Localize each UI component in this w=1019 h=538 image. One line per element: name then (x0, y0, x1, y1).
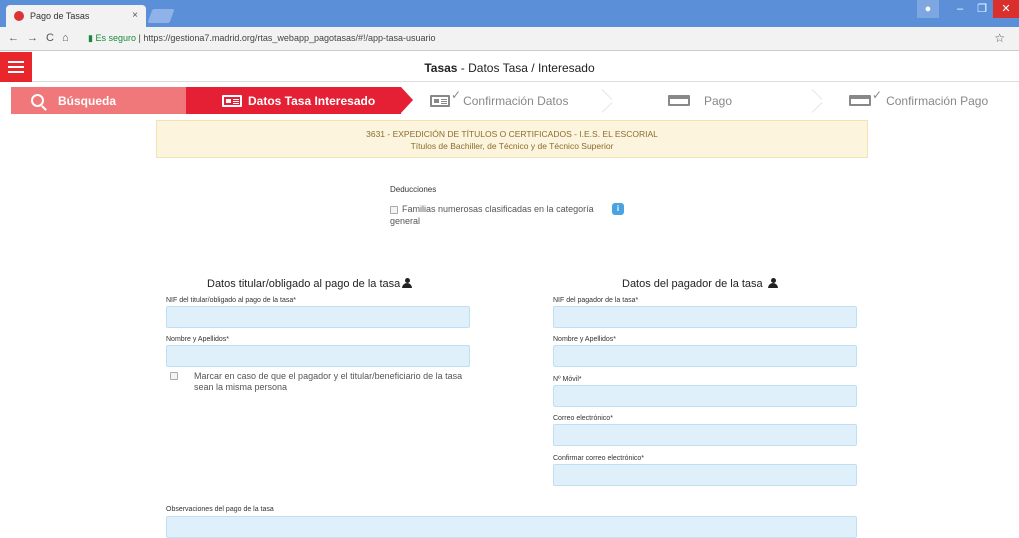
step-confirmacion-pago: ✓ Confirmación Pago (845, 87, 1010, 114)
minimize-icon[interactable]: – (949, 0, 971, 18)
person-icon (767, 278, 778, 288)
url-field[interactable]: ▮ Es seguro | https://gestiona7.madrid.o… (88, 33, 436, 44)
step-label: Confirmación Datos (463, 93, 569, 108)
id-card-icon (222, 94, 242, 107)
deduccion-option-label: Familias numerosas clasificadas en la ca… (390, 204, 594, 226)
step-divider (810, 87, 824, 114)
person-icon (402, 278, 413, 288)
nav-buttons[interactable]: ←→C⌂ (8, 32, 77, 44)
id-card-icon (430, 94, 450, 107)
progress-steps: Búsqueda Datos Tasa Interesado ✓ Confirm… (0, 87, 1019, 114)
familia-numerosa-checkbox[interactable] (390, 205, 398, 214)
address-bar: ←→C⌂ ▮ Es seguro | https://gestiona7.mad… (0, 27, 1019, 51)
step-confirmacion-datos: ✓ Confirmación Datos (420, 87, 590, 114)
observaciones-label: Observaciones del pago de la tasa (166, 506, 274, 513)
tasa-description-line: Títulos de Bachiller, de Técnico y de Té… (410, 141, 614, 151)
credit-card-icon (849, 95, 871, 106)
info-icon[interactable]: i (612, 203, 624, 215)
new-tab-button[interactable] (147, 9, 175, 23)
browser-tab[interactable]: Pago de Tasas × (6, 5, 146, 27)
bookmark-star-icon[interactable]: ☆ (994, 31, 1005, 45)
tasa-code-line: 3631 - EXPEDICIÓN DE TÍTULOS O CERTIFICA… (366, 129, 658, 139)
same-person-checkbox[interactable] (170, 372, 178, 380)
page-title-rest: - Datos Tasa / Interesado (457, 61, 595, 75)
nif-pagador-input[interactable] (553, 306, 857, 328)
app-header: Tasas - Datos Tasa / Interesado (0, 52, 1019, 82)
search-icon (31, 94, 44, 107)
step-pago: Pago (660, 87, 760, 114)
step-arrow (401, 87, 413, 113)
url-text: https://gestiona7.madrid.org/rtas_webapp… (143, 33, 436, 43)
secure-label: Es seguro (95, 33, 136, 43)
nif-titular-label: NIF del titular/obligado al pago de la t… (166, 297, 296, 304)
tasa-info-banner: 3631 - EXPEDICIÓN DE TÍTULOS O CERTIFICA… (156, 120, 868, 158)
nif-titular-input[interactable] (166, 306, 470, 328)
pagador-section-title: Datos del pagador de la tasa (622, 278, 778, 290)
step-divider (600, 87, 614, 114)
favicon-icon (14, 11, 24, 21)
lock-icon: ▮ (88, 33, 93, 43)
email-label: Correo electrónico* (553, 415, 613, 422)
check-icon: ✓ (872, 87, 883, 102)
page-title: Tasas - Datos Tasa / Interesado (0, 61, 1019, 75)
check-icon: ✓ (451, 87, 462, 102)
step-datos-tasa[interactable]: Datos Tasa Interesado (186, 87, 401, 114)
step-label: Confirmación Pago (886, 93, 989, 108)
email-confirm-input[interactable] (553, 464, 857, 486)
maximize-icon[interactable]: ❐ (971, 0, 993, 18)
deducciones-section: Deducciones Familias numerosas clasifica… (390, 185, 594, 226)
nombre-pagador-label: Nombre y Apellidos* (553, 336, 617, 343)
email-input[interactable] (553, 424, 857, 446)
step-label: Pago (704, 93, 733, 108)
browser-tab-strip: Pago de Tasas × ● – ❐ ✕ (0, 0, 1019, 27)
observaciones-input[interactable] (166, 516, 857, 538)
step-label: Búsqueda (58, 93, 117, 108)
nombre-pagador-input[interactable] (553, 345, 857, 367)
deduccion-option: Familias numerosas clasificadas en la ca… (390, 203, 610, 227)
nif-pagador-label: NIF del pagador de la tasa* (553, 297, 639, 304)
page-title-bold: Tasas (424, 61, 458, 75)
movil-label: Nº Móvil* (553, 376, 582, 383)
same-person-label: Marcar en caso de que el pagador y el ti… (194, 371, 463, 392)
movil-input[interactable] (553, 385, 857, 407)
nombre-titular-input[interactable] (166, 345, 470, 367)
browser-tab-title: Pago de Tasas (30, 11, 90, 21)
email-confirm-label: Confirmar correo electrónico* (553, 455, 645, 462)
deducciones-title: Deducciones (390, 185, 437, 194)
window-controls: ● – ❐ ✕ (917, 0, 1019, 20)
pagador-title-text: Datos del pagador de la tasa (622, 278, 763, 290)
credit-card-icon (668, 95, 690, 106)
step-label: Datos Tasa Interesado (248, 93, 376, 108)
titular-title-text: Datos titular/obligado al pago de la tas… (207, 278, 401, 290)
profile-icon[interactable]: ● (917, 0, 939, 18)
nombre-titular-label: Nombre y Apellidos* (166, 336, 230, 343)
tab-close-icon[interactable]: × (132, 10, 138, 21)
window-close-icon[interactable]: ✕ (993, 0, 1019, 18)
step-busqueda[interactable]: Búsqueda (11, 87, 191, 114)
titular-section-title: Datos titular/obligado al pago de la tas… (207, 278, 413, 290)
